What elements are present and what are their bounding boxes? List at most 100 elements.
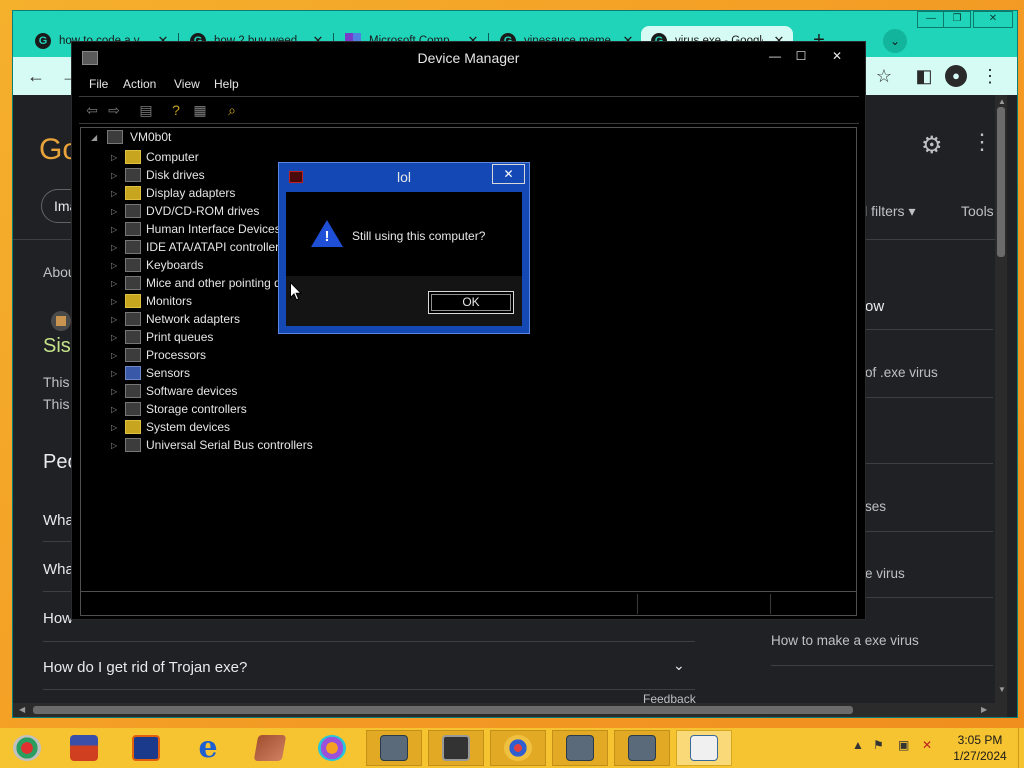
maximize-icon[interactable]: ☐ (788, 45, 814, 67)
scroll-right-icon[interactable]: ▶ (981, 705, 987, 714)
expand-arrow-icon[interactable]: ▷ (111, 315, 123, 324)
side-panel-icon[interactable]: ◧ (913, 65, 935, 87)
question-2[interactable]: Wha (43, 561, 74, 578)
related-search-3[interactable]: e virus (865, 566, 905, 581)
tree-item[interactable]: ▷ Monitors (111, 292, 192, 310)
ok-button[interactable]: OK (428, 291, 514, 314)
expand-arrow-icon[interactable]: ▷ (111, 297, 123, 306)
show-desktop-button[interactable] (1018, 728, 1024, 768)
menu-view[interactable]: View (174, 77, 200, 91)
expand-arrow-icon[interactable]: ▷ (111, 225, 123, 234)
feedback-link[interactable]: Feedback (643, 692, 696, 703)
taskbar-file-explorer[interactable] (56, 730, 112, 766)
related-search-1[interactable]: of .exe virus (865, 365, 938, 380)
expand-arrow-icon[interactable]: ▷ (111, 261, 123, 270)
expand-arrow-icon[interactable]: ▷ (111, 153, 123, 162)
horizontal-scroll-thumb[interactable] (33, 706, 853, 714)
tab-search-icon[interactable]: ⌄ (883, 29, 907, 53)
menu-action[interactable]: Action (123, 77, 156, 91)
profile-avatar[interactable]: ● (945, 65, 967, 87)
show-hide-tree-icon[interactable]: ▤ (137, 102, 155, 119)
back-arrow-icon[interactable]: ← (25, 65, 47, 87)
close-icon[interactable]: ✕ (824, 45, 850, 67)
tree-item[interactable]: ▷ IDE ATA/ATAPI controller (111, 238, 279, 256)
tree-root-node[interactable]: ◢ VM0b0t (91, 130, 171, 144)
taskbar-media-player[interactable] (118, 730, 174, 766)
tree-item[interactable]: ▷ Keyboards (111, 256, 203, 274)
start-button[interactable] (0, 730, 54, 766)
scroll-down-icon[interactable]: ▼ (998, 685, 1006, 694)
tree-item[interactable]: ▷ System devices (111, 418, 230, 436)
scan-hardware-icon[interactable]: ⌕ (223, 102, 241, 119)
question-3[interactable]: How (43, 610, 73, 627)
maximize-icon[interactable]: ❐ (943, 11, 971, 28)
tree-item[interactable]: ▷ Universal Serial Bus controllers (111, 436, 313, 454)
tree-item[interactable]: ▷ Sensors (111, 364, 190, 382)
scroll-up-icon[interactable]: ▲ (998, 97, 1006, 106)
expand-arrow-icon[interactable]: ▷ (111, 387, 123, 396)
taskbar-app-4[interactable] (242, 730, 298, 766)
taskbar-device-manager-3[interactable] (614, 730, 670, 766)
result-title[interactable]: Sis (43, 335, 71, 358)
tree-item[interactable]: ▷ Computer (111, 148, 199, 166)
all-filters-button[interactable]: ll filters ▾ (861, 203, 915, 220)
vertical-scroll-thumb[interactable] (997, 107, 1005, 257)
menu-file[interactable]: File (89, 77, 108, 91)
expand-arrow-icon[interactable]: ▷ (111, 171, 123, 180)
scroll-left-icon[interactable]: ◀ (19, 705, 25, 714)
close-icon[interactable]: ✕ (492, 164, 525, 184)
tree-item[interactable]: ▷ Software devices (111, 382, 237, 400)
menu-help[interactable]: Help (214, 77, 239, 91)
volume-muted-icon[interactable]: ✕ (922, 738, 932, 752)
tree-item[interactable]: ▷ Disk drives (111, 166, 205, 184)
expand-arrow-icon[interactable]: ▷ (111, 243, 123, 252)
gear-icon[interactable]: ⚙ (921, 131, 943, 160)
system-icon (125, 420, 141, 434)
expand-arrow-icon[interactable]: ▷ (111, 207, 123, 216)
collapse-arrow-icon[interactable]: ◢ (91, 133, 103, 142)
taskbar-device-manager-1[interactable] (366, 730, 422, 766)
tree-item[interactable]: ▷ Human Interface Devices (111, 220, 281, 238)
expand-arrow-icon[interactable]: ▷ (111, 333, 123, 342)
tree-item[interactable]: ▷ Mice and other pointing d (111, 274, 281, 292)
kebab-menu-icon[interactable]: ⋮ (979, 65, 1001, 87)
related-search-4[interactable]: How to make a exe virus (771, 633, 919, 648)
tree-item[interactable]: ▷ Display adapters (111, 184, 235, 202)
expand-arrow-icon[interactable]: ▷ (111, 369, 123, 378)
question-1[interactable]: Wha (43, 512, 74, 529)
taskbar-chrome[interactable] (304, 730, 360, 766)
tray-overflow-icon[interactable]: ▲ (852, 738, 864, 752)
tree-item[interactable]: ▷ DVD/CD-ROM drives (111, 202, 259, 220)
question-4[interactable]: How do I get rid of Trojan exe? (43, 659, 247, 676)
taskbar-clock[interactable]: 3:05 PM 1/27/2024 (944, 732, 1016, 764)
tree-item[interactable]: ▷ Storage controllers (111, 400, 247, 418)
close-window-icon[interactable]: ✕ (973, 11, 1013, 28)
tools-button[interactable]: Tools (961, 203, 994, 219)
expand-arrow-icon[interactable]: ▷ (111, 351, 123, 360)
flag-icon[interactable]: ⚑ (873, 738, 884, 752)
taskbar-app-9[interactable] (490, 730, 546, 766)
taskbar-device-manager-2[interactable] (552, 730, 608, 766)
tree-item[interactable]: ▷ Processors (111, 346, 206, 364)
expand-arrow-icon[interactable]: ▷ (111, 405, 123, 414)
forward-arrow-icon[interactable]: ⇨ (105, 102, 123, 119)
help-icon[interactable]: ? (167, 102, 185, 119)
expand-arrow-icon[interactable]: ▷ (111, 279, 123, 288)
expand-arrow-icon[interactable]: ▷ (111, 441, 123, 450)
expand-arrow-icon[interactable]: ▷ (111, 423, 123, 432)
taskbar-internet-explorer[interactable]: e (180, 730, 236, 766)
properties-icon[interactable]: ▦ (191, 102, 209, 119)
device-manager-titlebar[interactable]: Device Manager (72, 42, 865, 74)
star-icon[interactable]: ☆ (873, 65, 895, 87)
minimize-icon[interactable]: — (917, 11, 945, 28)
network-icon[interactable]: ▣ (898, 738, 909, 752)
tree-item[interactable]: ▷ Network adapters (111, 310, 240, 328)
chevron-down-icon[interactable]: ⌄ (673, 657, 685, 674)
taskbar-app-12[interactable] (676, 730, 732, 766)
taskbar-app-8[interactable] (428, 730, 484, 766)
minimize-icon[interactable]: — (762, 45, 788, 67)
expand-arrow-icon[interactable]: ▷ (111, 189, 123, 198)
related-search-2[interactable]: ses (865, 499, 886, 514)
back-arrow-icon[interactable]: ⇦ (83, 102, 101, 119)
tree-item[interactable]: ▷ Print queues (111, 328, 213, 346)
